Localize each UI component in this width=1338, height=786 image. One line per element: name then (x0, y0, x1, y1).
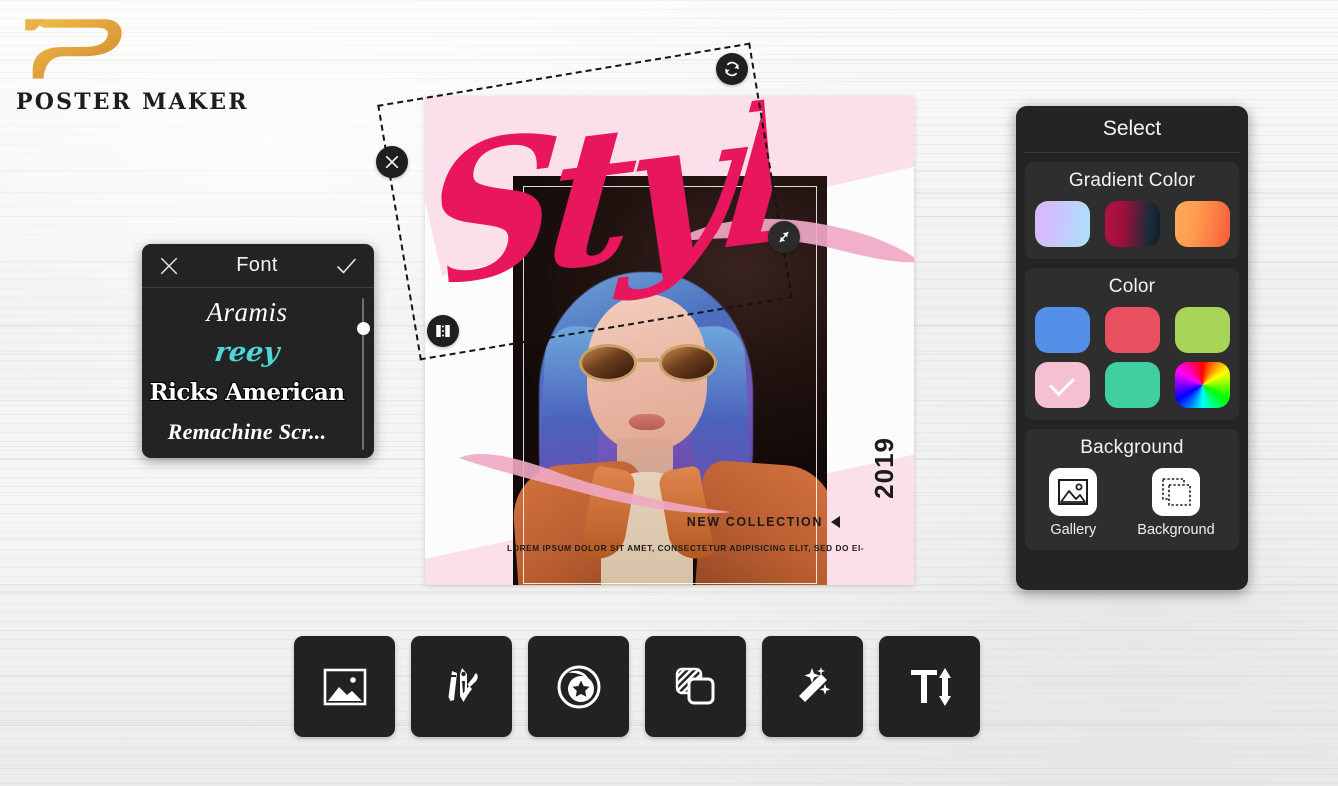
selection-overlay (360, 40, 830, 370)
poster-body-text: LOREM IPSUM DOLOR SIT AMET, CONSECTETUR … (507, 543, 865, 553)
font-close-icon[interactable] (158, 255, 180, 277)
font-confirm-icon[interactable] (334, 254, 358, 278)
font-panel[interactable]: Font Aramis reey Ricks American Remachin… (142, 244, 374, 458)
delete-handle[interactable] (376, 146, 408, 178)
background-item-background[interactable]: Background (1137, 468, 1215, 538)
text-size-icon (910, 667, 951, 706)
selection-bounding-box (377, 42, 793, 361)
gradient-color-title: Gradient Color (1068, 170, 1196, 191)
font-panel-title: Font (236, 254, 278, 276)
gallery-tile (1049, 468, 1098, 516)
close-icon (385, 155, 399, 169)
gradient-orange-red[interactable] (1174, 201, 1230, 247)
bottom-toolbar (294, 636, 980, 737)
image-icon (323, 668, 366, 705)
mirror-flip-icon (436, 325, 450, 337)
app-logo: POSTER MAKER (16, 10, 249, 115)
sticker-star-icon (557, 664, 600, 709)
layered-squares-icon (1162, 478, 1191, 506)
color-red[interactable] (1104, 307, 1160, 353)
draw-tool[interactable] (411, 636, 512, 737)
font-option-aramis[interactable]: Aramis (142, 292, 374, 332)
color-group: Color (1025, 268, 1239, 420)
background-group: Background Gallery Background (1025, 429, 1239, 550)
gradient-color-group: Gradient Color (1025, 162, 1239, 259)
color-pink[interactable] (1034, 362, 1090, 408)
effects-tool[interactable] (762, 636, 863, 737)
layers-icon (675, 667, 714, 704)
flip-handle[interactable] (427, 315, 459, 347)
stylized-p-logo-icon (25, 19, 122, 79)
layers-tool[interactable] (645, 636, 746, 737)
background-title: Background (1080, 437, 1184, 458)
resize-diagonal-icon (779, 231, 789, 243)
pen-brush-icon (448, 667, 478, 702)
text-tool[interactable] (879, 636, 980, 737)
font-option-ricks-american[interactable]: Ricks American (142, 372, 374, 412)
model-lips (629, 414, 665, 430)
rotate-handle[interactable] (716, 53, 748, 85)
color-blue[interactable] (1034, 307, 1090, 353)
poster-year: 2019 (869, 437, 899, 499)
image-tool[interactable] (294, 636, 395, 737)
magic-wand-icon (798, 666, 830, 702)
gallery-label: Gallery (1050, 522, 1097, 538)
select-panel-title: Select (1025, 106, 1239, 153)
background-item-gallery[interactable]: Gallery (1049, 468, 1098, 538)
pink-brush-stroke-bottom (459, 454, 731, 514)
resize-handle[interactable] (768, 221, 800, 253)
sticker-tool[interactable] (528, 636, 629, 737)
gradient-lavender-cyan[interactable] (1034, 201, 1090, 247)
logo-text: POSTER MAKER (16, 89, 249, 115)
color-title: Color (1108, 276, 1156, 297)
triangle-left-icon (831, 516, 840, 528)
color-picker-wheel[interactable] (1174, 362, 1230, 408)
background-tile (1151, 468, 1200, 516)
background-items-row: Gallery Background (1025, 468, 1239, 538)
font-list[interactable]: Aramis reey Ricks American Remachine Scr… (142, 288, 374, 458)
select-panel[interactable]: Select Gradient Color Color Background G… (1016, 106, 1248, 590)
gallery-image-icon (1058, 479, 1089, 505)
poster-new-collection: NEW COLLECTION (687, 515, 840, 529)
color-green[interactable] (1174, 307, 1230, 353)
color-swatch-row-2 (1025, 362, 1239, 408)
font-scrollbar-thumb[interactable] (357, 322, 370, 335)
font-panel-header: Font (142, 244, 374, 288)
gradient-swatch-row (1025, 201, 1239, 247)
font-option-reey[interactable]: reey (142, 332, 374, 372)
color-mint[interactable] (1104, 362, 1160, 408)
color-swatch-row-1 (1025, 307, 1239, 353)
gradient-crimson-navy[interactable] (1104, 201, 1160, 247)
new-collection-label: NEW COLLECTION (686, 515, 823, 529)
selected-check-icon (1048, 370, 1076, 397)
font-option-remachine-script[interactable]: Remachine Scr... (142, 412, 374, 452)
rotate-icon (725, 61, 739, 77)
background-label: Background (1137, 522, 1215, 538)
font-scrollbar-track[interactable] (362, 298, 364, 450)
